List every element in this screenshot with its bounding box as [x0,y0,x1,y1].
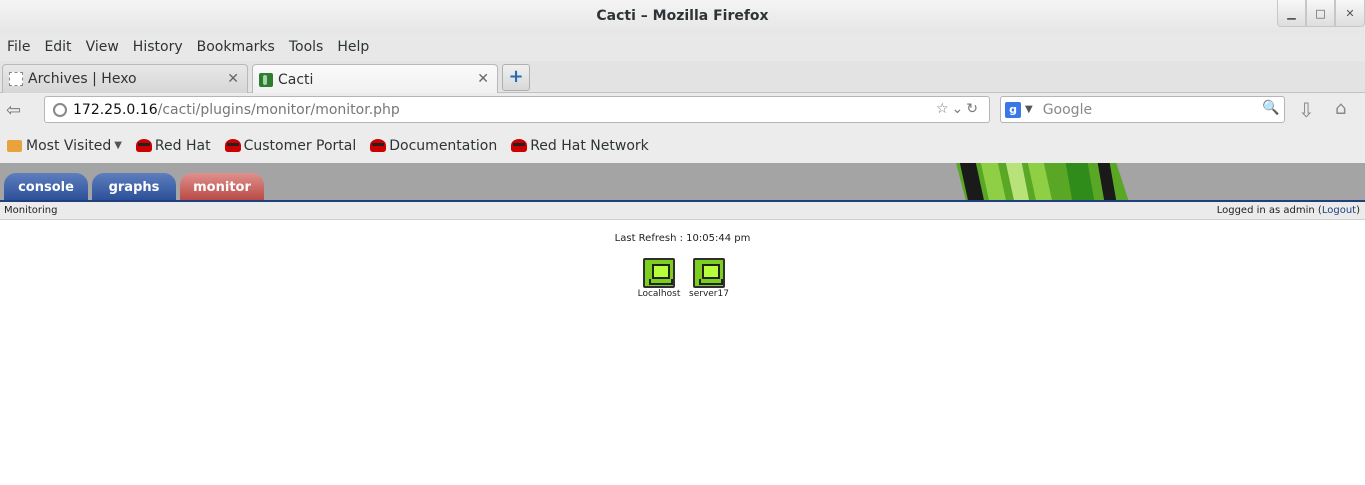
logout-link[interactable]: Logout [1322,205,1356,216]
search-input[interactable]: Google [1043,102,1092,118]
reload-icon[interactable]: ↻ [966,101,981,117]
login-status-suffix: ) [1356,205,1360,216]
login-status: Logged in as admin (Logout) [1217,205,1360,216]
bookmark-star-icon[interactable]: ☆ [936,101,952,117]
bookmark-red-hat-network[interactable]: Red Hat Network [511,138,649,154]
chevron-down-icon: ▼ [114,140,122,151]
close-button[interactable]: ✕ [1335,0,1365,27]
history-dropdown-icon[interactable]: ⌄ [952,101,967,117]
status-row: Monitoring Logged in as admin (Logout) [0,202,1365,220]
menu-view[interactable]: View [86,39,119,55]
url-bar[interactable]: 172.25.0.16/cacti/plugins/monitor/monito… [44,96,990,123]
url-actions: ☆⌄↻ [936,101,981,117]
bookmark-label: Documentation [389,137,498,154]
bookmark-label: Most Visited [26,137,112,154]
cacti-header: console graphs monitor [0,163,1365,200]
cacti-icon [259,72,273,87]
url-path: /cacti/plugins/monitor/monitor.php [157,101,400,118]
page-icon [9,72,23,86]
cacti-logo-icon [956,163,1129,200]
back-button[interactable]: ⇦ [6,100,21,121]
menu-history[interactable]: History [133,39,183,55]
login-status-text: Logged in as admin ( [1216,205,1322,216]
section-title: Monitoring [4,205,58,216]
bookmark-label: Red Hat [154,137,211,154]
search-bar[interactable]: g ▼ Google 🔍 [1000,96,1285,123]
navigation-bar: ⇦ 172.25.0.16/cacti/plugins/monitor/moni… [0,93,1365,128]
minimize-button[interactable]: ▁ [1277,0,1306,27]
bookmark-label: Red Hat Network [530,137,649,154]
download-icon[interactable]: ⇩ [1298,98,1315,122]
menu-bar: File Edit View History Bookmarks Tools H… [0,33,1365,61]
url-host: 172.25.0.16 [73,101,158,118]
bookmarks-toolbar: Most Visited ▼ Red Hat Customer Portal D… [0,128,1365,163]
tab-console[interactable]: console [4,173,88,200]
host-server17[interactable]: server17 [686,258,732,299]
host-name: Localhost [637,289,681,299]
home-icon[interactable]: ⌂ [1335,98,1346,119]
bookmark-most-visited[interactable]: Most Visited ▼ [7,138,122,154]
host-localhost[interactable]: Localhost [636,258,682,299]
google-icon[interactable]: g [1005,101,1021,118]
menu-edit[interactable]: Edit [44,39,71,55]
bookmark-red-hat[interactable]: Red Hat [135,137,211,154]
host-up-icon[interactable] [693,258,725,288]
tab-graphs[interactable]: graphs [92,173,176,200]
host-name: server17 [689,289,729,299]
tab-monitor[interactable]: monitor [180,173,264,200]
bookmark-documentation[interactable]: Documentation [370,138,497,154]
last-refresh-text: Last Refresh : 10:05:44 pm [614,233,751,244]
maximize-icon: □ [1315,6,1326,20]
tab-close-icon[interactable]: ✕ [477,71,489,87]
bookmark-label: Customer Portal [243,137,357,154]
folder-icon [7,139,22,152]
tab-label: Cacti [278,71,314,88]
redhat-icon [224,139,241,152]
redhat-icon [370,139,387,152]
window-titlebar: Cacti – Mozilla Firefox ▁ □ ✕ [0,0,1365,33]
tab-archives-hexo[interactable]: Archives | Hexo ✕ [2,64,248,93]
plus-icon: + [508,66,524,87]
host-up-icon[interactable] [643,258,675,288]
redhat-icon [511,139,528,152]
tab-close-icon[interactable]: ✕ [227,71,239,87]
host-list: Localhost server17 [636,258,732,299]
menu-file[interactable]: File [7,39,30,55]
new-tab-button[interactable]: + [502,64,530,91]
globe-icon [53,102,67,117]
tab-label: Archives | Hexo [28,71,137,87]
menu-tools[interactable]: Tools [289,39,324,55]
menu-bookmarks[interactable]: Bookmarks [197,39,275,55]
redhat-icon [135,139,152,152]
close-icon: ✕ [1345,6,1355,20]
chevron-down-icon[interactable]: ▼ [1025,104,1033,115]
bookmark-customer-portal[interactable]: Customer Portal [224,137,357,154]
minimize-icon: ▁ [1287,6,1296,20]
menu-help[interactable]: Help [337,39,369,55]
search-icon[interactable]: 🔍 [1262,100,1280,118]
window-title: Cacti – Mozilla Firefox [596,8,769,24]
tab-cacti[interactable]: Cacti ✕ [252,64,498,94]
maximize-button[interactable]: □ [1306,0,1335,27]
tab-strip: Archives | Hexo ✕ Cacti ✕ + [0,61,1365,94]
